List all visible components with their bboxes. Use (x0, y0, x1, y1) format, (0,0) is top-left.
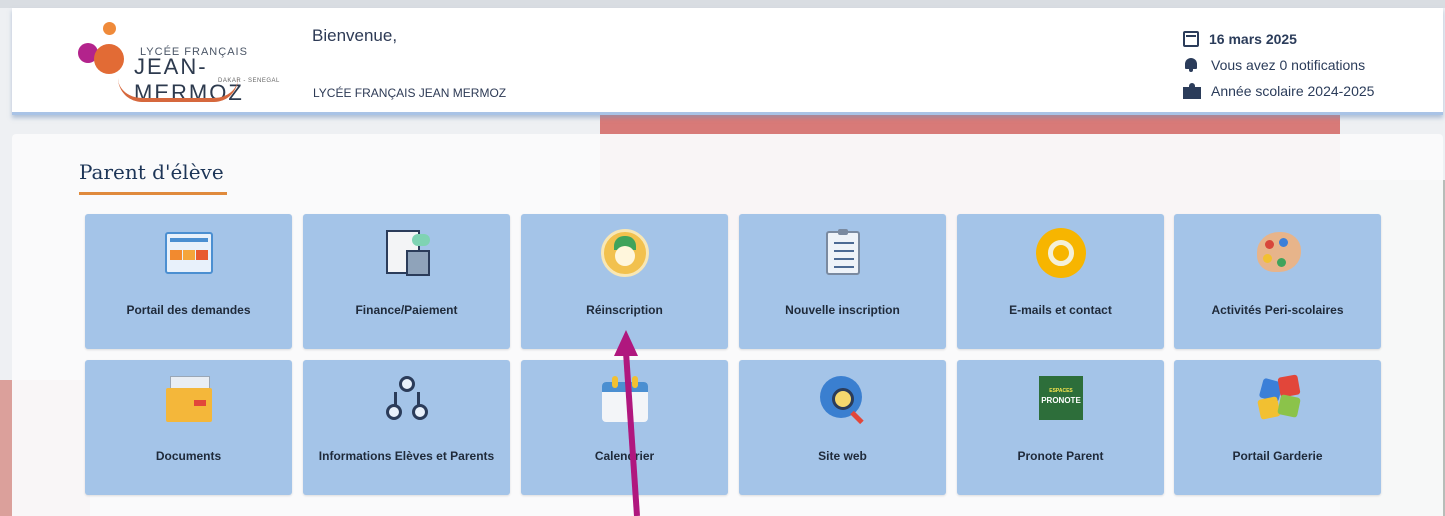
tile-site-web[interactable]: Site web (739, 360, 946, 495)
notifications-text[interactable]: Vous avez 0 notifications (1211, 57, 1365, 73)
section-title-underline (79, 192, 227, 195)
tile-label: Calendrier (594, 449, 655, 463)
welcome-text: Bienvenue, (312, 26, 398, 45)
tile-label: Documents (155, 449, 222, 463)
header-info: 16 mars 2025 Vous avez 0 notifications A… (1183, 26, 1374, 104)
calendar-icon (600, 374, 650, 424)
tile-calendrier[interactable]: Calendrier (521, 360, 728, 495)
current-date: 16 mars 2025 (1209, 31, 1297, 47)
school-name: LYCÉE FRANÇAIS JEAN MERMOZ (313, 86, 507, 100)
tile-label: Réinscription (586, 303, 663, 317)
tile-informations-eleves-parents[interactable]: Informations Elèves et Parents (303, 360, 510, 495)
date-row: 16 mars 2025 (1183, 26, 1374, 52)
tile-label: Finance/Paiement (355, 303, 458, 317)
tile-label: Pronote Parent (1017, 449, 1104, 463)
request-portal-icon (164, 228, 214, 278)
checklist-icon (818, 228, 868, 278)
calendar-icon (1183, 31, 1199, 47)
reregistration-icon (600, 228, 650, 278)
tile-label: Informations Elèves et Parents (318, 449, 495, 463)
section-title: Parent d'élève (79, 160, 224, 184)
top-header: LYCÉE FRANÇAIS JEAN-MERMOZ DAKAR - SENEG… (12, 8, 1443, 115)
pronote-icon: ESPACES PRONOTE (1036, 374, 1086, 424)
tile-portail-demandes[interactable]: Portail des demandes (85, 214, 292, 349)
tile-label: Site web (818, 449, 867, 463)
at-sign-icon (1036, 228, 1086, 278)
tile-label: Activités Peri-scolaires (1211, 303, 1344, 317)
school-logo[interactable]: LYCÉE FRANÇAIS JEAN-MERMOZ DAKAR - SENEG… (78, 22, 308, 105)
logo-dot (94, 44, 124, 74)
finance-icon (382, 228, 432, 278)
tile-label: Nouvelle inscription (785, 303, 900, 317)
tile-label: Portail des demandes (126, 303, 251, 317)
logo-swoosh (118, 78, 238, 102)
puzzle-icon (1253, 374, 1303, 424)
tile-nouvelle-inscription[interactable]: Nouvelle inscription (739, 214, 946, 349)
folder-icon (164, 374, 214, 424)
palette-icon (1253, 228, 1303, 278)
school-building-icon (1183, 83, 1201, 99)
tile-pronote-parent[interactable]: ESPACES PRONOTE Pronote Parent (957, 360, 1164, 495)
school-year-row: Année scolaire 2024-2025 (1183, 78, 1374, 104)
tile-reinscription[interactable]: Réinscription (521, 214, 728, 349)
tile-label: Portail Garderie (1232, 449, 1323, 463)
pronote-badge-top: ESPACES (1049, 388, 1073, 394)
bell-icon (1183, 57, 1201, 73)
people-network-icon (382, 374, 432, 424)
main-panel: Parent d'élève Portail des demandes Fina… (12, 134, 1443, 516)
tile-documents[interactable]: Documents (85, 360, 292, 495)
logo-dot (103, 22, 116, 35)
school-year-text: Année scolaire 2024-2025 (1211, 83, 1375, 99)
notifications-row[interactable]: Vous avez 0 notifications (1183, 52, 1374, 78)
tile-label: E-mails et contact (1009, 303, 1112, 317)
globe-search-icon (818, 374, 868, 425)
tile-emails-contact[interactable]: E-mails et contact (957, 214, 1164, 349)
tile-activites-periscolaires[interactable]: Activités Peri-scolaires (1174, 214, 1381, 349)
pronote-badge-bottom: PRONOTE (1041, 396, 1081, 405)
tile-finance-paiement[interactable]: Finance/Paiement (303, 214, 510, 349)
tile-portail-garderie[interactable]: Portail Garderie (1174, 360, 1381, 495)
